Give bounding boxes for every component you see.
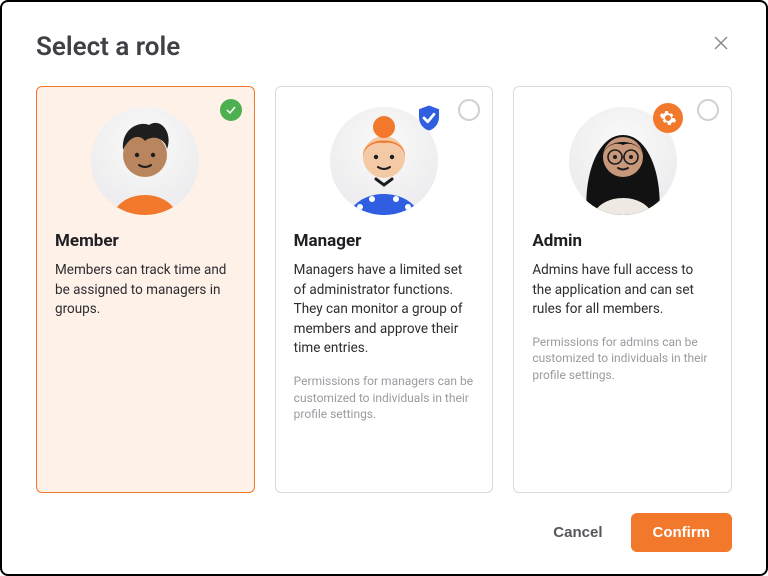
gear-badge — [653, 103, 683, 133]
cancel-button[interactable]: Cancel — [543, 516, 612, 549]
role-name: Manager — [294, 231, 475, 251]
avatar-wrap — [532, 107, 713, 215]
member-avatar-icon — [91, 107, 199, 215]
role-cards: Member Members can track time and be ass… — [36, 86, 732, 493]
gear-icon — [659, 109, 677, 127]
role-note: Permissions for managers can be customiz… — [294, 373, 475, 423]
admin-avatar — [569, 107, 677, 215]
role-name: Admin — [532, 231, 713, 251]
role-description: Members can track time and be assigned t… — [55, 261, 236, 320]
role-description: Admins have full access to the applicati… — [532, 261, 713, 320]
confirm-button[interactable]: Confirm — [631, 513, 733, 552]
manager-avatar — [330, 107, 438, 215]
role-card-admin[interactable]: Admin Admins have full access to the app… — [513, 86, 732, 493]
avatar-wrap — [55, 107, 236, 215]
role-note: Permissions for admins can be customized… — [532, 334, 713, 384]
dialog-title: Select a role — [36, 32, 180, 62]
member-avatar — [91, 107, 199, 215]
role-name: Member — [55, 231, 236, 251]
close-button[interactable] — [710, 32, 732, 54]
avatar-wrap — [294, 107, 475, 215]
close-icon — [712, 34, 730, 52]
dialog-footer: Cancel Confirm — [36, 513, 732, 552]
role-card-member[interactable]: Member Members can track time and be ass… — [36, 86, 255, 493]
role-description: Managers have a limited set of administr… — [294, 261, 475, 359]
shield-badge — [414, 103, 444, 133]
role-card-manager[interactable]: Manager Managers have a limited set of a… — [275, 86, 494, 493]
shield-icon — [414, 103, 444, 133]
